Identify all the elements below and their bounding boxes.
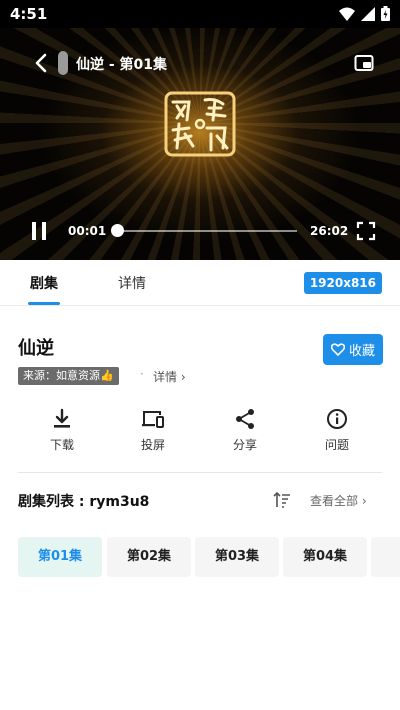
progress-handle[interactable]: [111, 224, 124, 237]
picture-in-picture-icon[interactable]: [354, 53, 374, 73]
episode-item[interactable]: [371, 537, 400, 577]
lock-toggle[interactable]: [58, 51, 68, 75]
action-row: 下载 投屏 分享 问题: [0, 408, 400, 464]
battery-icon: [381, 6, 390, 21]
view-all-link[interactable]: 查看全部 ›: [310, 492, 367, 509]
favorite-button[interactable]: 收藏: [323, 334, 383, 365]
player-controls: 00:01 26:02: [0, 218, 400, 246]
show-title: 仙逆: [18, 338, 54, 359]
status-icons: [339, 6, 390, 21]
detail-link[interactable]: 详情 ›: [153, 368, 186, 385]
heart-icon: [330, 343, 345, 356]
resolution-badge: 1920x816: [303, 272, 382, 294]
episode-carousel: 第01集 第02集 第03集 第04集: [18, 537, 400, 579]
back-arrow-icon[interactable]: [32, 52, 52, 74]
tab-details[interactable]: 详情: [118, 273, 146, 293]
episode-item[interactable]: 第01集: [18, 537, 102, 577]
download-label: 下载: [49, 438, 74, 452]
signal-icon: [361, 6, 375, 21]
episode-list-header: 剧集列表 : rym3u8: [18, 494, 150, 510]
info-icon: [327, 409, 347, 429]
share-label: 分享: [232, 438, 257, 452]
wifi-icon: [339, 7, 355, 21]
favorite-label: 收藏: [348, 344, 375, 359]
duration: 26:02: [310, 224, 349, 238]
channel-logo: [164, 91, 236, 157]
progress-track[interactable]: [117, 230, 297, 232]
active-tab-indicator: [28, 302, 60, 305]
cast-button[interactable]: 投屏: [118, 408, 188, 453]
episode-item[interactable]: 第04集: [283, 537, 367, 577]
episode-item[interactable]: 第02集: [107, 537, 191, 577]
report-issue-label: 问题: [324, 438, 349, 452]
share-button[interactable]: 分享: [210, 408, 280, 453]
tab-episodes[interactable]: 剧集: [30, 273, 58, 293]
status-time: 4:51: [10, 5, 48, 23]
cast-icon: [142, 411, 164, 428]
cast-label: 投屏: [140, 438, 165, 452]
source-tag: 来源：如意资源👍: [18, 367, 119, 385]
report-issue-button[interactable]: 问题: [302, 408, 372, 453]
video-player[interactable]: 4:51 仙逆 - 第01集 00:01 26:02: [0, 0, 400, 260]
player-top-bar: 仙逆 - 第01集: [0, 46, 400, 80]
episode-item[interactable]: 第03集: [195, 537, 279, 577]
separator-dot: ·: [140, 367, 144, 381]
tab-bar: 剧集 详情 1920x816: [0, 260, 400, 306]
pause-icon[interactable]: [30, 221, 48, 241]
status-bar: 4:51: [0, 0, 400, 28]
video-title: 仙逆 - 第01集: [76, 57, 168, 73]
fullscreen-icon[interactable]: [356, 221, 376, 241]
current-time: 00:01: [68, 224, 107, 238]
download-button[interactable]: 下载: [27, 408, 97, 453]
section-divider: [18, 472, 382, 473]
sort-icon[interactable]: [272, 490, 292, 510]
download-icon: [54, 408, 70, 428]
share-icon: [236, 409, 254, 429]
